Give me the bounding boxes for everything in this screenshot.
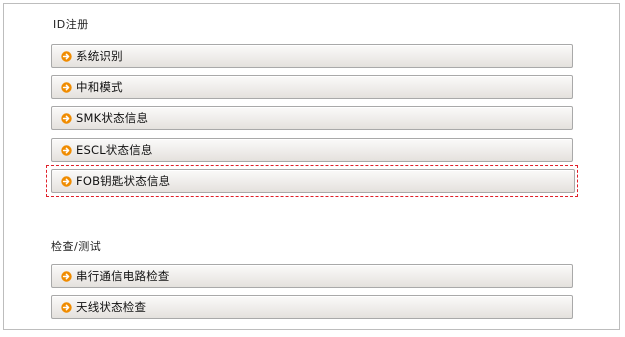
smk-status-info-label: SMK状态信息 xyxy=(76,111,149,125)
fob-key-status-info-label: FOB钥匙状态信息 xyxy=(76,174,171,188)
fob-key-status-info-button[interactable]: FOB钥匙状态信息 xyxy=(51,169,575,193)
escl-status-info-button[interactable]: ESCL状态信息 xyxy=(51,138,573,162)
antenna-status-check-label: 天线状态检查 xyxy=(76,300,147,314)
escl-status-info-label: ESCL状态信息 xyxy=(76,143,153,157)
antenna-status-check-button[interactable]: 天线状态检查 xyxy=(51,295,573,319)
orange-arrow-circle-icon xyxy=(61,175,72,187)
serial-communication-circuit-check-button[interactable]: 串行通信电路检查 xyxy=(51,264,573,288)
neutralization-mode-button[interactable]: 中和模式 xyxy=(51,75,573,99)
orange-arrow-circle-icon xyxy=(61,81,72,93)
section-title-id-registration: ID注册 xyxy=(53,18,89,31)
orange-arrow-circle-icon xyxy=(61,270,72,282)
orange-arrow-circle-icon xyxy=(61,301,72,313)
serial-communication-circuit-check-label: 串行通信电路检查 xyxy=(76,269,170,283)
smk-status-info-button[interactable]: SMK状态信息 xyxy=(51,106,573,130)
system-identification-label: 系统识别 xyxy=(76,49,123,63)
neutralization-mode-label: 中和模式 xyxy=(76,80,123,94)
orange-arrow-circle-icon xyxy=(61,50,72,62)
orange-arrow-circle-icon xyxy=(61,144,72,156)
orange-arrow-circle-icon xyxy=(61,112,72,124)
system-identification-button[interactable]: 系统识别 xyxy=(51,44,573,68)
section-title-inspection-test: 检查/测试 xyxy=(51,240,102,253)
